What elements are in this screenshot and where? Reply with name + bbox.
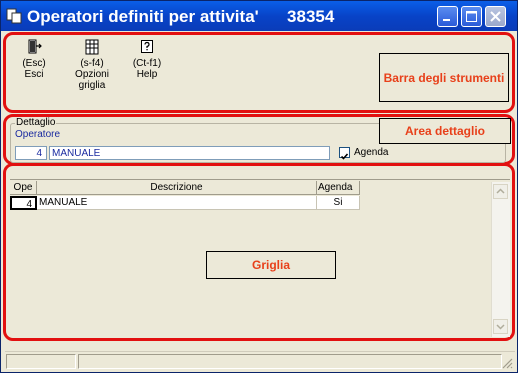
status-panel-2 [78,354,502,369]
toolbar-label-help: Help [136,69,158,80]
toolbar-key-help: (Ct-f1) [132,58,162,69]
agenda-checkbox[interactable] [339,147,350,160]
toolbar-label-opzioni: Opzioni griglia [75,69,109,91]
grid-header-descrizione[interactable]: Descrizione [37,181,317,195]
agenda-label: Agenda [354,147,389,158]
operator-code-field[interactable]: 4 [15,146,47,160]
toolbar-key-esci: (Esc) [22,58,46,69]
toolbar-button-help[interactable]: (Ct-f1) Help [127,39,167,80]
minimize-button[interactable] [437,6,458,27]
status-bar [5,351,515,371]
checkmark-icon [340,153,349,160]
toolbar-button-opzioni-griglia[interactable]: (s-f4) Opzioni griglia [67,39,117,91]
grid-header-agenda[interactable]: Agenda [317,181,360,195]
title-bar[interactable]: Operatori definiti per attivita' 38354 [1,1,517,31]
help-icon [141,40,153,53]
grid-cell-agenda[interactable]: Si [317,196,360,210]
record-number: 38354 [287,7,335,26]
grid-cell-code[interactable]: 4 [10,196,37,210]
grid-header-ope[interactable]: Ope [10,181,37,195]
scroll-down-arrow-icon [496,324,505,330]
window-title: Operatori definiti per attivita' 38354 [27,7,335,26]
status-panel-1 [6,354,76,369]
toolbar-label-esci: Esci [24,69,44,80]
detail-group-label: Dettaglio [15,117,57,128]
close-icon [490,11,501,22]
scroll-up-arrow-icon [496,188,505,194]
exit-door-icon [28,39,42,54]
operator-name-field[interactable]: MANUALE [49,146,330,160]
close-button[interactable] [485,6,506,27]
resize-grip-icon[interactable] [501,357,513,369]
scroll-up-button[interactable] [493,184,508,199]
operator-label: Operatore [15,129,61,140]
app-icon [6,8,22,24]
maximize-icon [466,11,477,22]
grid-top-separator [10,179,510,180]
minimize-icon [443,19,450,21]
maximize-button[interactable] [461,6,482,27]
annotation-detail: Area dettaglio [379,118,511,144]
scroll-down-button[interactable] [493,319,508,334]
grid-vertical-scrollbar[interactable] [491,182,510,337]
annotation-grid: Griglia [206,251,336,279]
application-window: Operatori definiti per attivita' 38354 (… [0,0,518,373]
grid-options-icon [85,39,99,55]
toolbar-button-esci[interactable]: (Esc) Esci [14,39,54,80]
annotation-toolbar: Barra degli strumenti [379,53,509,102]
grid-cell-description[interactable]: MANUALE [37,196,317,210]
toolbar-key-opzioni: (s-f4) [80,58,104,69]
